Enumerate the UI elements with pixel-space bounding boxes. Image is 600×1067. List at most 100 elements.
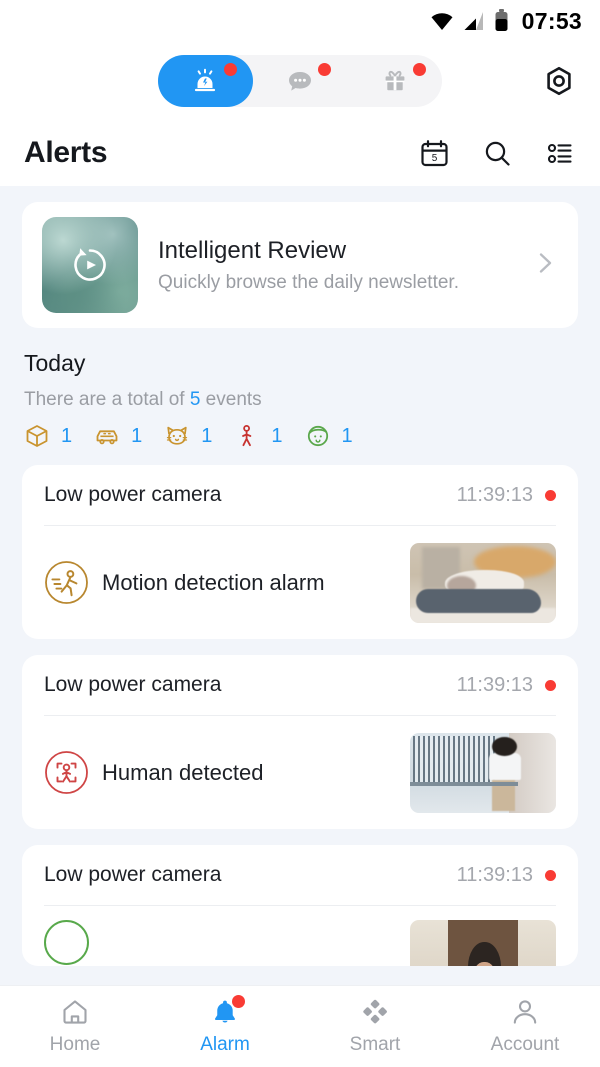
alert-card[interactable]: Low power camera 11:39:13 — [22, 845, 578, 966]
alert-card[interactable]: Low power camera 11:39:13 Motion detecti… — [22, 465, 578, 639]
nav-label-alarm: Alarm — [200, 1034, 250, 1055]
settings-gear-icon[interactable] — [542, 64, 576, 98]
cellular-signal-icon — [464, 12, 483, 30]
category-chip-face[interactable]: 1 — [305, 423, 353, 449]
page-title: Alerts — [24, 136, 108, 169]
alert-thumbnail[interactable] — [410, 542, 556, 623]
alert-time: 11:39:13 — [456, 673, 533, 696]
category-chip-vehicle[interactable]: 1 — [94, 423, 142, 449]
alerts-scroll-area[interactable]: Intelligent Review Quickly browse the da… — [0, 186, 600, 985]
today-total-line: There are a total of 5 events — [24, 389, 576, 411]
intelligent-review-subtitle: Quickly browse the daily newsletter. — [158, 271, 459, 293]
alert-card-body[interactable]: Human detected — [44, 716, 556, 829]
home-icon — [60, 997, 90, 1027]
page-header: Alerts 5 — [0, 120, 600, 186]
header-actions: 5 — [419, 138, 576, 169]
alert-card-body[interactable]: Motion detection alarm — [44, 526, 556, 639]
motion-detection-icon — [45, 561, 88, 604]
status-bar-clock: 07:53 — [521, 7, 582, 34]
gift-icon — [385, 70, 405, 91]
alert-device-name: Low power camera — [44, 863, 222, 886]
alert-thumbnail[interactable] — [410, 732, 556, 813]
package-box-icon — [24, 423, 50, 449]
replay-video-icon — [74, 248, 106, 281]
search-icon[interactable] — [482, 138, 513, 169]
thumb-detail — [410, 782, 519, 787]
category-chip-package[interactable]: 1 — [24, 423, 72, 449]
bell-icon — [210, 995, 245, 1027]
segmented-control — [158, 55, 442, 107]
list-filter-glyph — [547, 143, 572, 163]
car-glyph — [96, 430, 118, 445]
intelligent-review-thumbnail — [42, 217, 138, 313]
thumb-detail — [412, 735, 495, 786]
alert-thumbnail[interactable] — [410, 920, 556, 966]
intelligent-review-title: Intelligent Review — [158, 236, 347, 264]
category-count-vehicle: 1 — [131, 424, 143, 447]
package-glyph — [26, 425, 48, 447]
segment-alarm[interactable] — [158, 55, 253, 107]
face-glyph — [307, 425, 328, 447]
nav-item-alarm[interactable]: Alarm — [150, 986, 300, 1067]
intelligent-review-text: Intelligent Review Quickly browse the da… — [158, 237, 459, 294]
vehicle-car-icon — [94, 423, 120, 449]
alert-event-type: Human detected — [102, 759, 264, 785]
category-chip-motion[interactable]: 1 — [234, 423, 283, 449]
thumb-detail — [415, 588, 542, 613]
alert-card-header: Low power camera 11:39:13 — [44, 655, 556, 715]
pet-cat-icon — [164, 423, 190, 449]
face-recognition-icon — [305, 423, 331, 449]
walking-person-glyph — [242, 425, 252, 447]
wifi-icon — [431, 13, 453, 30]
battery-icon — [495, 9, 508, 31]
status-bar: 07:53 — [0, 0, 600, 42]
alert-card[interactable]: Low power camera 11:39:13 Human detected — [22, 655, 578, 829]
alert-meta: 11:39:13 — [457, 484, 556, 507]
segment-alarm-badge — [223, 63, 237, 76]
nav-alarm-badge — [232, 995, 245, 1008]
alert-device-name: Low power camera — [44, 483, 222, 506]
message-chat-icon — [289, 72, 311, 91]
segment-gifts-badge — [413, 63, 427, 76]
category-count-face: 1 — [341, 424, 353, 447]
category-count-package: 1 — [61, 424, 73, 447]
category-chip-pet[interactable]: 1 — [164, 423, 212, 449]
cat-face-glyph — [167, 426, 188, 445]
alert-card-body[interactable] — [44, 906, 556, 966]
segment-messages[interactable] — [253, 55, 348, 107]
alert-unread-dot — [545, 489, 556, 501]
top-toolbar — [0, 42, 600, 120]
today-heading: Today — [24, 350, 86, 376]
alarm-siren-icon — [195, 68, 216, 92]
thumb-detail — [491, 737, 517, 757]
nav-item-account[interactable]: Account — [450, 986, 600, 1067]
alert-meta: 11:39:13 — [457, 674, 556, 697]
filter-list-icon[interactable] — [545, 138, 576, 169]
account-person-icon — [510, 997, 540, 1027]
face-detected-circle — [44, 920, 89, 965]
today-category-chips: 1 1 1 1 1 — [24, 423, 576, 449]
category-count-pet: 1 — [201, 424, 213, 447]
segment-messages-badge — [318, 63, 332, 76]
app-screen: 07:53 Alerts 5 Intelligent Review Quickl… — [0, 0, 600, 1067]
alert-event-type: Motion detection alarm — [102, 569, 325, 595]
category-count-motion: 1 — [271, 424, 283, 447]
nav-item-smart[interactable]: Smart — [300, 986, 450, 1067]
person-glyph — [513, 1000, 537, 1024]
motion-person-icon — [234, 423, 260, 449]
today-total-count: 5 — [189, 389, 201, 410]
calendar-day-number: 5 — [432, 153, 438, 164]
alert-device-name: Low power camera — [44, 673, 222, 696]
chevron-right-icon — [532, 250, 558, 281]
nav-item-home[interactable]: Home — [0, 986, 150, 1067]
alert-unread-dot — [545, 679, 556, 691]
thumb-detail — [488, 753, 521, 781]
intelligent-review-card[interactable]: Intelligent Review Quickly browse the da… — [22, 202, 578, 328]
segment-gifts[interactable] — [347, 55, 442, 107]
nav-label-home: Home — [49, 1034, 101, 1055]
smart-diamonds-icon — [360, 997, 390, 1027]
today-section: Today There are a total of 5 events 1 1 … — [0, 328, 600, 449]
hex-gear-icon — [547, 66, 571, 96]
calendar-icon[interactable]: 5 — [419, 138, 450, 169]
chevron-right-glyph — [539, 252, 552, 273]
